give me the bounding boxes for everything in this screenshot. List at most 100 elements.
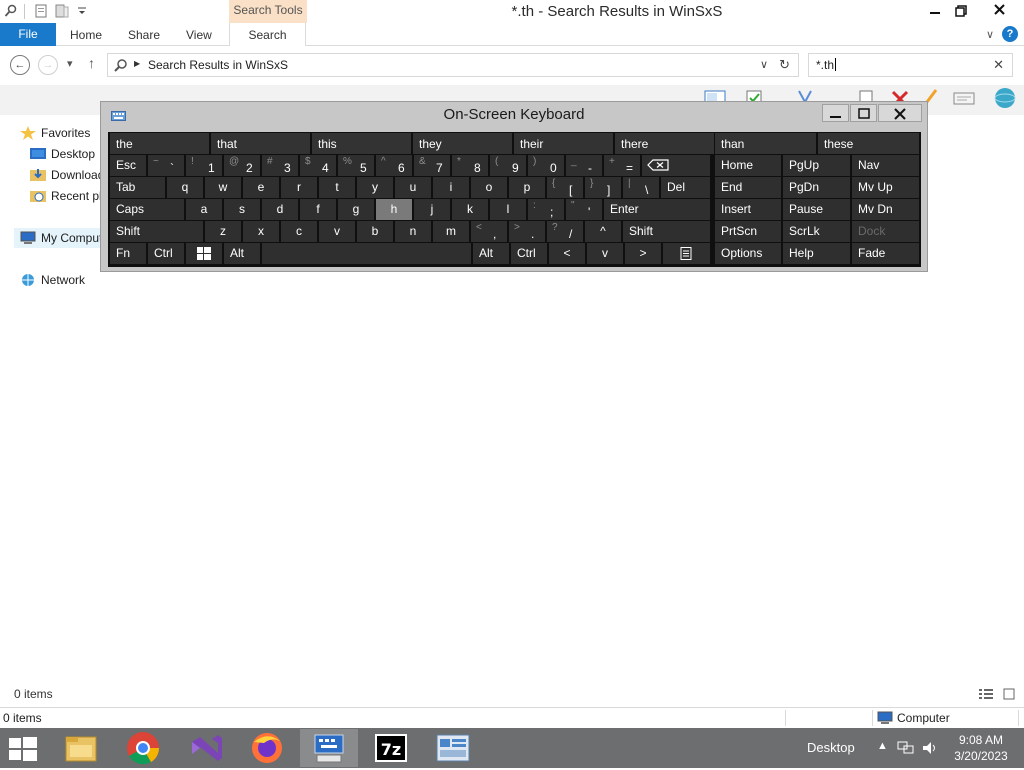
key-home[interactable]: Home <box>715 155 781 176</box>
prediction-key[interactable]: they <box>413 133 512 154</box>
key-z[interactable]: z <box>205 221 241 242</box>
key-x[interactable]: x <box>243 221 279 242</box>
key-caps[interactable]: Caps <box>110 199 184 220</box>
key-tab[interactable]: Tab <box>110 177 165 198</box>
key-windows[interactable] <box>186 243 222 264</box>
taskbar-firefox[interactable] <box>238 729 296 767</box>
prediction-key[interactable]: that <box>211 133 310 154</box>
key-left-alt[interactable]: Alt <box>224 243 260 264</box>
key-o[interactable]: o <box>471 177 507 198</box>
desktop-toolbar-label[interactable]: Desktop <box>807 740 855 755</box>
key-v[interactable]: v <box>319 221 355 242</box>
key-esc[interactable]: Esc <box>110 155 146 176</box>
key-9[interactable]: (9 <box>490 155 526 176</box>
key-w[interactable]: w <box>205 177 241 198</box>
taskbar-chrome[interactable] <box>114 729 172 767</box>
key-pgup[interactable]: PgUp <box>783 155 850 176</box>
key-fn[interactable]: Fn <box>110 243 146 264</box>
key-left-ctrl[interactable]: Ctrl <box>148 243 184 264</box>
close-button[interactable] <box>985 0 1015 20</box>
tab-search[interactable]: Search <box>229 23 306 46</box>
refresh-icon[interactable]: ↻ <box>779 57 790 73</box>
forward-button[interactable]: → <box>38 55 58 75</box>
key-fade[interactable]: Fade <box>852 243 919 264</box>
prediction-key[interactable]: these <box>818 133 919 154</box>
show-hidden-icons-icon[interactable]: ▲ <box>877 740 888 752</box>
recent-locations-icon[interactable]: ▾ <box>67 57 73 70</box>
key-4[interactable]: $4 <box>300 155 336 176</box>
key-t[interactable]: t <box>319 177 355 198</box>
key-semicolon[interactable]: :; <box>528 199 564 220</box>
key-context-menu[interactable] <box>663 243 710 264</box>
taskbar-on-screen-keyboard[interactable] <box>300 729 358 767</box>
nav-item-downloads[interactable]: Downloads <box>30 165 100 185</box>
key-i[interactable]: i <box>433 177 469 198</box>
key-pause[interactable]: Pause <box>783 199 850 220</box>
nav-item-favorites[interactable]: Favorites <box>20 123 90 143</box>
key-1[interactable]: ! 1 <box>186 155 222 176</box>
key-7[interactable]: & 7 <box>414 155 450 176</box>
key-backspace[interactable] <box>642 155 710 176</box>
osk-close-button[interactable] <box>878 104 922 122</box>
up-arrow-icon[interactable]: ↑ <box>88 55 95 71</box>
key-comma[interactable]: <, <box>471 221 507 242</box>
key-quote[interactable]: " ' <box>566 199 602 220</box>
key-0[interactable]: ) 0 <box>528 155 564 176</box>
key-minus[interactable]: _ - <box>566 155 602 176</box>
nav-item-network[interactable]: Network <box>20 270 85 290</box>
key-right-arrow[interactable]: > <box>625 243 661 264</box>
key-g[interactable]: g <box>338 199 374 220</box>
key-a[interactable]: a <box>186 199 222 220</box>
key-up-arrow[interactable]: ^ <box>585 221 621 242</box>
key-6[interactable]: ^ 6 <box>376 155 412 176</box>
key-prtscn[interactable]: PrtScn <box>715 221 781 242</box>
tab-file[interactable]: File <box>0 23 56 46</box>
key-options[interactable]: Options <box>715 243 781 264</box>
key-l[interactable]: l <box>490 199 526 220</box>
key-k[interactable]: k <box>452 199 488 220</box>
key-q[interactable]: q <box>167 177 203 198</box>
key-move-down[interactable]: Mv Dn <box>852 199 919 220</box>
key-r[interactable]: r <box>281 177 317 198</box>
back-button[interactable]: ← <box>10 55 30 75</box>
prediction-key[interactable]: their <box>514 133 613 154</box>
clear-search-icon[interactable]: ✕ <box>993 57 1004 73</box>
key-s[interactable]: s <box>224 199 260 220</box>
key-c[interactable]: c <box>281 221 317 242</box>
clock[interactable]: 9:08 AM 3/20/2023 <box>952 732 1010 764</box>
tab-share[interactable]: Share <box>128 23 160 46</box>
key-pgdn[interactable]: PgDn <box>783 177 850 198</box>
prediction-key[interactable]: this <box>312 133 411 154</box>
address-bar[interactable]: ▶ Search Results in WinSxS ∨ ↻ <box>107 53 799 77</box>
key-right-shift[interactable]: Shift <box>623 221 710 242</box>
prediction-key[interactable]: than <box>715 133 816 154</box>
key-j[interactable]: j <box>414 199 450 220</box>
network-tray-icon[interactable] <box>897 740 915 756</box>
search-input[interactable]: *.th ✕ <box>808 53 1013 77</box>
key-m[interactable]: m <box>433 221 469 242</box>
key-2[interactable]: @2 <box>224 155 260 176</box>
taskbar-7zip[interactable]: 7z <box>362 729 420 767</box>
key-period[interactable]: >. <box>509 221 545 242</box>
volume-icon[interactable] <box>921 740 939 756</box>
details-view-icon[interactable] <box>979 689 993 699</box>
key-p[interactable]: p <box>509 177 545 198</box>
key-help[interactable]: Help <box>783 243 850 264</box>
tab-view[interactable]: View <box>186 23 212 46</box>
key-equals[interactable]: + = <box>604 155 640 176</box>
key-right-alt[interactable]: Alt <box>473 243 509 264</box>
nav-item-my-computer[interactable]: My Computer <box>14 228 100 248</box>
help-icon[interactable]: ? <box>1002 26 1018 42</box>
key-left-bracket[interactable]: {[ <box>547 177 583 198</box>
osk-minimize-button[interactable] <box>822 104 849 122</box>
windows-start-icon[interactable] <box>9 737 37 761</box>
key-f[interactable]: f <box>300 199 336 220</box>
key-e[interactable]: e <box>243 177 279 198</box>
key-space[interactable] <box>262 243 471 264</box>
large-icons-view-icon[interactable] <box>1003 688 1015 700</box>
taskbar-visual-studio[interactable] <box>176 729 234 767</box>
key-del[interactable]: Del <box>661 177 710 198</box>
key-left-arrow[interactable]: < <box>549 243 585 264</box>
key-backtick[interactable]: ~ ` <box>148 155 184 176</box>
breadcrumb-arrow-icon[interactable]: ▶ <box>134 59 140 68</box>
